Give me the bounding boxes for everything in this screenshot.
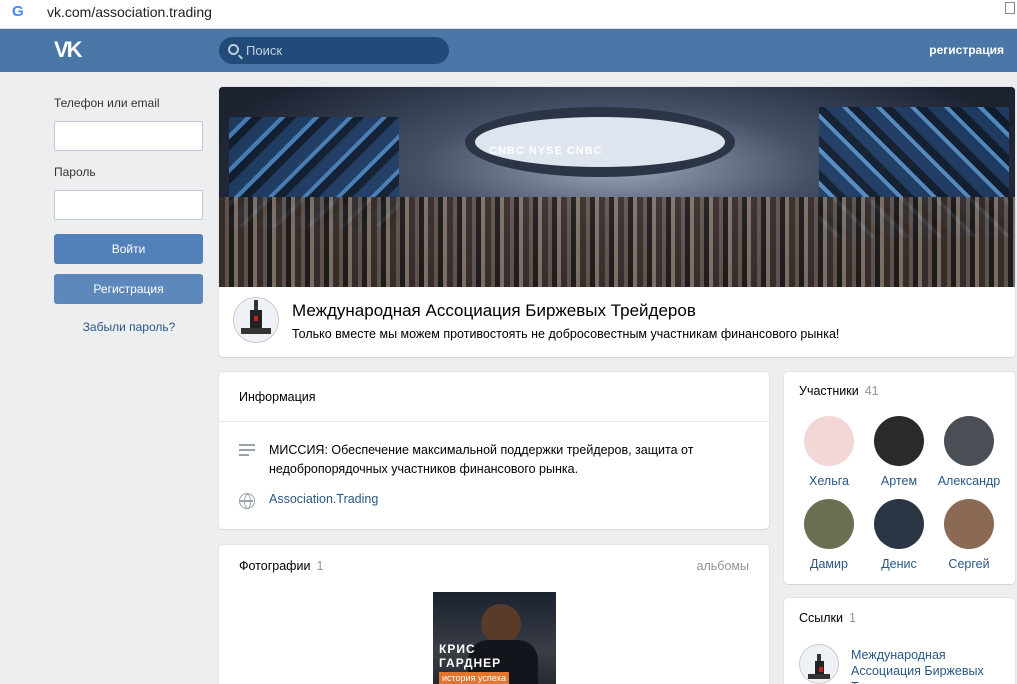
search-box[interactable] (219, 37, 449, 64)
login-button[interactable]: Войти (54, 234, 203, 264)
links-count: 1 (849, 611, 856, 625)
photos-card: Фотографии 1 альбомы КРИС ГАРДНЕР история… (219, 545, 769, 684)
links-title-text: Ссылки (799, 611, 844, 625)
links-card: Ссылки 1 Международная Ассоциация Биржевы… (784, 598, 1015, 684)
member-name[interactable]: Сергей (934, 557, 1004, 571)
vk-header: VK регистрация (0, 29, 1017, 72)
albums-link[interactable]: альбомы (697, 559, 749, 573)
info-card: Информация МИССИЯ: Обеспечение максималь… (219, 372, 769, 529)
photo-subtitle: история успеха (439, 672, 509, 684)
forgot-password-link[interactable]: Забыли пароль? (54, 320, 204, 334)
members-card: Участники 41 Хельга Артем Александр Дамир… (784, 372, 1015, 584)
vk-logo-icon[interactable]: VK (54, 37, 83, 63)
url-text[interactable]: vk.com/association.trading (47, 4, 212, 20)
member-item[interactable]: Хельга (794, 416, 864, 488)
member-item[interactable]: Дамир (794, 499, 864, 571)
member-name[interactable]: Артем (864, 474, 934, 488)
search-input[interactable] (246, 37, 441, 64)
member-item[interactable]: Артем (864, 416, 934, 488)
info-title: Информация (219, 372, 769, 422)
password-label: Пароль (54, 165, 96, 179)
photos-title[interactable]: Фотографии 1 (239, 559, 323, 573)
members-title-text: Участники (799, 384, 859, 398)
search-icon (228, 44, 239, 55)
group-name: Международная Ассоциация Биржевых Трейде… (292, 301, 696, 320)
member-avatar[interactable] (944, 416, 994, 466)
member-name[interactable]: Дамир (794, 557, 864, 571)
cover-crowd (219, 197, 1015, 287)
mission-text: МИССИЯ: Обеспечение максимальной поддерж… (269, 443, 694, 476)
photos-count: 1 (316, 559, 324, 573)
building-icon (241, 300, 271, 334)
cover-caption: CNBC NYSE CNBC (489, 145, 603, 157)
photos-title-text: Фотографии (239, 559, 311, 573)
group-avatar[interactable] (233, 297, 279, 343)
photo-thumbnail[interactable]: КРИС ГАРДНЕР история успеха (433, 592, 556, 684)
member-item[interactable]: Сергей (934, 499, 1004, 571)
member-avatar[interactable] (874, 499, 924, 549)
member-name[interactable]: Хельга (794, 474, 864, 488)
phone-label: Телефон или email (54, 96, 160, 110)
member-name[interactable]: Денис (864, 557, 934, 571)
google-icon: G (12, 3, 24, 20)
members-count: 41 (864, 384, 879, 398)
member-name[interactable]: Александр (934, 474, 1004, 488)
member-item[interactable]: Александр (934, 416, 1004, 488)
browser-address-bar: G vk.com/association.trading (0, 0, 1017, 29)
cover-trading-ring (465, 107, 735, 177)
description-icon (239, 444, 255, 460)
site-row: Association.Trading (239, 490, 378, 509)
group-status: Только вместе мы можем противостоять не … (292, 327, 840, 341)
login-panel: Телефон или email Пароль Войти Регистрац… (54, 96, 204, 334)
mission-row: МИССИЯ: Обеспечение максимальной поддерж… (239, 441, 739, 479)
photo-person-head (481, 604, 521, 644)
links-title[interactable]: Ссылки 1 (799, 611, 856, 625)
member-avatar[interactable] (804, 499, 854, 549)
member-avatar[interactable] (874, 416, 924, 466)
phone-email-field[interactable] (54, 121, 203, 151)
group-cover-card: CNBC NYSE CNBC Международная Ассоциация … (219, 87, 1015, 357)
photo-title-line2: ГАРДНЕР (439, 656, 502, 670)
globe-icon (239, 493, 255, 509)
link-item-title[interactable]: Международная Ассоциация Биржевых Тре (851, 647, 1001, 684)
building-icon (808, 654, 830, 679)
site-link[interactable]: Association.Trading (269, 492, 378, 506)
register-button[interactable]: Регистрация (54, 274, 203, 304)
page-icon[interactable] (1005, 2, 1015, 14)
member-item[interactable]: Денис (864, 499, 934, 571)
password-field[interactable] (54, 190, 203, 220)
link-avatar[interactable] (799, 644, 839, 684)
cover-image: CNBC NYSE CNBC (219, 87, 1015, 287)
member-avatar[interactable] (944, 499, 994, 549)
member-avatar[interactable] (804, 416, 854, 466)
header-register-link[interactable]: регистрация (929, 43, 1004, 57)
photo-title-line1: КРИС (439, 642, 476, 656)
members-title[interactable]: Участники 41 (799, 384, 879, 398)
